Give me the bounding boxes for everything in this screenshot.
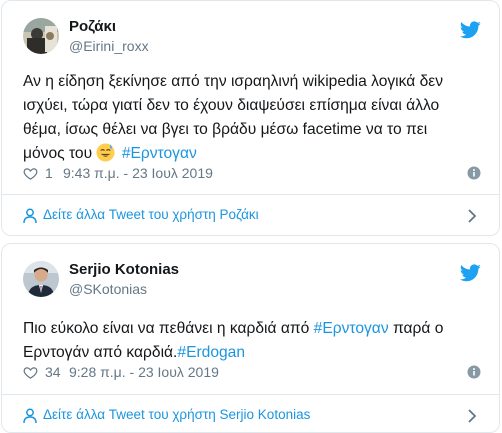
chevron-right-icon <box>467 408 477 424</box>
heart-icon[interactable] <box>23 365 38 380</box>
author-name[interactable]: Ροζάκι <box>69 18 116 35</box>
author-name[interactable]: Serjio Kotonias <box>69 261 179 278</box>
tweet-header: Ροζάκι @Eirini_roxx <box>2 1 499 63</box>
info-icon[interactable] <box>467 365 481 379</box>
tweet-timestamp[interactable]: 9:43 π.μ. - 23 Ιουλ 2019 <box>63 165 213 181</box>
heart-icon[interactable] <box>23 166 38 181</box>
more-tweets-label: Δείτε άλλα Tweet του χρήστη Ροζάκι <box>43 207 259 222</box>
more-tweets-label: Δείτε άλλα Tweet του χρήστη Serjio Koton… <box>43 407 311 422</box>
more-tweets-link[interactable]: Δείτε άλλα Tweet του χρήστη Ροζάκι <box>2 195 499 235</box>
tweet-text-fragment: παρά ο <box>392 320 444 337</box>
author-handle[interactable]: @Eirini_roxx <box>69 38 149 54</box>
tweet-text-line: Πιο εύκολο είναι να πεθάνει η καρδιά από… <box>23 317 479 341</box>
tweet-text-line: θέμα, ίσως θέλει να βγει το βράδυ μέσω f… <box>23 121 428 138</box>
like-count[interactable]: 34 <box>45 364 61 380</box>
like-count[interactable]: 1 <box>45 165 53 181</box>
tweet-text: Αν η είδηση ξεκίνησε από την ισραηλινή w… <box>23 70 479 166</box>
hashtag-link[interactable]: #Ερντογαν <box>314 320 389 337</box>
tweet-text-fragment: μόνος του <box>23 145 93 162</box>
tweet-text-fragment: Πιο εύκολο είναι να πεθάνει η καρδιά από <box>23 320 310 337</box>
tweet-meta: 34 9:28 π.μ. - 23 Ιουλ 2019 <box>23 364 481 382</box>
twitter-bird-icon[interactable] <box>460 21 481 39</box>
tweet-text-line: ισχύει, τώρα γιατί δεν το έχουν διαψεύσε… <box>23 97 440 114</box>
tweet-text-line: Αν η είδηση ξεκίνησε από την ισραηλινή w… <box>23 73 444 90</box>
sweat-smile-emoji-icon <box>96 143 115 162</box>
tweet-text-fragment: Ερντογάν από καρδιά. <box>23 344 178 361</box>
tweet-timestamp[interactable]: 9:28 π.μ. - 23 Ιουλ 2019 <box>69 364 219 380</box>
hashtag-link[interactable]: #Ερντογαν <box>122 145 197 162</box>
tweet-text-line: μόνος του #Ερντογαν <box>23 142 479 166</box>
author-handle[interactable]: @SKotonias <box>69 281 147 297</box>
tweet-text: Πιο εύκολο είναι να πεθάνει η καρδιά από… <box>23 317 479 365</box>
avatar[interactable] <box>23 261 59 297</box>
tweet-header: Serjio Kotonias @SKotonias <box>2 244 499 306</box>
tweet-text-line: Ερντογάν από καρδιά.#Erdogan <box>23 341 479 365</box>
avatar[interactable] <box>23 18 59 54</box>
tweet-meta: 1 9:43 π.μ. - 23 Ιουλ 2019 <box>23 165 481 183</box>
tweet-card: Ροζάκι @Eirini_roxx Αν η είδηση ξεκίνησε… <box>1 0 500 236</box>
tweet-card: Serjio Kotonias @SKotonias Πιο εύκολο εί… <box>1 243 500 433</box>
twitter-bird-icon[interactable] <box>460 264 481 282</box>
more-tweets-link[interactable]: Δείτε άλλα Tweet του χρήστη Serjio Koton… <box>2 395 499 432</box>
person-icon <box>23 408 37 424</box>
hashtag-link[interactable]: #Erdogan <box>177 344 245 361</box>
person-icon <box>23 208 37 224</box>
info-icon[interactable] <box>467 166 481 180</box>
chevron-right-icon <box>467 208 477 224</box>
